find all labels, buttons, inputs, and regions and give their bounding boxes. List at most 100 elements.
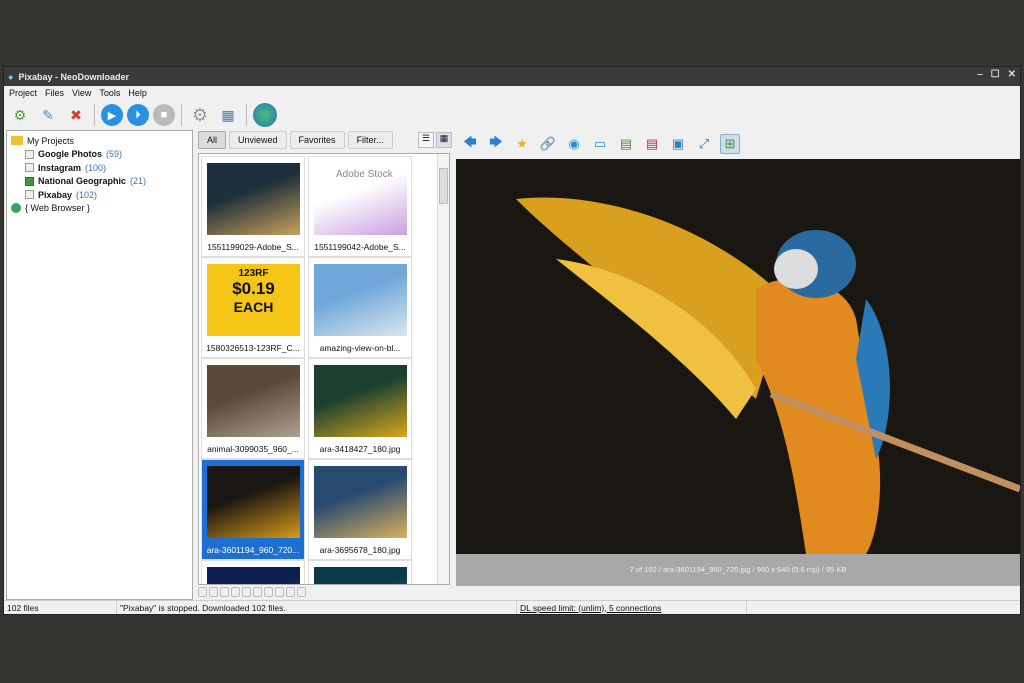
app-icon: ● [8,71,14,82]
project-tree: My Projects Google Photos (59) Instagram(… [6,130,193,600]
thumbnail-image [207,365,300,437]
tree-item-national-geographic[interactable]: National Geographic (21) [11,175,188,189]
thumbnail-item[interactable]: ara-3418427_180.jpg [308,358,412,459]
start-button[interactable]: ▶ [101,104,123,126]
tab-unviewed[interactable]: Unviewed [229,131,287,149]
edit-project-button[interactable]: ✎ [36,103,60,127]
menu-help[interactable]: Help [128,88,147,98]
status-spacer [747,601,750,614]
thumbnail-item[interactable]: ara-3601194_960_720... [201,459,305,560]
tree-item-web-browser[interactable]: { Web Browser } [11,202,188,216]
thumbnail-caption: ara-3695678_180.jpg [319,545,401,555]
favorite-star-icon[interactable]: ★ [512,134,532,154]
thumbnail-caption: 1551199042-Adobe_S... [314,242,406,252]
page-button[interactable] [209,587,218,597]
vertical-scrollbar[interactable] [437,154,449,584]
thumbnail-grid: 1551199029-Adobe_S... Adobe Stock 15511990… [198,153,450,585]
pager [198,587,306,597]
parrot-photo [516,197,1020,554]
status-file-count: 102 files [4,601,117,614]
tab-favorites[interactable]: Favorites [289,131,345,149]
page-button[interactable] [264,587,273,597]
page-button[interactable] [220,587,229,597]
delete-image-icon[interactable]: ▤ [642,134,662,154]
checkbox-checked[interactable] [25,176,34,186]
scrollbar-thumb[interactable] [439,168,448,204]
previous-arrow-icon[interactable]: 🡄 [460,134,480,154]
resume-button[interactable]: ⏵ [127,104,149,126]
link-icon[interactable]: 🔗 [538,134,558,154]
checkbox[interactable] [25,163,34,173]
title-bar: ● Pixabay - NeoDownloader – ☐ ✕ [4,67,1020,86]
rf-price: $0.19 [232,279,275,298]
menu-project[interactable]: Project [9,88,37,98]
actual-size-icon[interactable]: ⊞ [720,134,740,154]
thumbnail-image: Adobe Stock [314,163,407,235]
status-message: "Pixabay" is stopped. Downloaded 102 fil… [117,601,517,614]
thumbnail-item[interactable]: 1551199029-Adobe_S... [201,156,305,257]
next-arrow-icon[interactable]: 🡆 [486,134,506,154]
image-info-caption: 7 of 102 / ara-3601194_960_720.jpg / 960… [456,554,1020,586]
maximize-button[interactable]: ☐ [991,69,1000,80]
tab-all[interactable]: All [198,131,227,149]
thumbnail-image [314,567,407,584]
thumbnail-caption: amazing-view-on-bl... [319,343,401,353]
rf-each: EACH [233,299,274,315]
slideshow-icon[interactable]: ▭ [590,134,610,154]
speed-limit-link[interactable]: DL speed limit: (unlim), 5 connections [517,601,747,614]
schedule-icon[interactable]: ▦ [216,103,240,127]
preview-image [456,159,1020,554]
menu-tools[interactable]: Tools [99,88,120,98]
page-button[interactable] [198,587,207,597]
set-wallpaper-icon[interactable]: ▣ [668,134,688,154]
tree-item-pixabay[interactable]: Pixabay (102) [11,188,188,202]
main-toolbar: ⚙ ✎ ✖ ▶ ⏵ ■ ⚙ ▦ [4,101,1020,129]
checkbox[interactable] [25,190,34,200]
thumbnail-caption: ara-3418427_180.jpg [319,444,401,454]
web-browser-globe-icon[interactable] [253,103,277,127]
menu-view[interactable]: View [72,88,91,98]
settings-icon[interactable]: ⚙ [188,103,212,127]
thumbnail-caption: 1580326513-123RF_C... [206,343,300,353]
thumbnail-panel: All Unviewed Favorites Filter... ☰ ▦ 155… [196,130,453,600]
close-button[interactable]: ✕ [1008,69,1016,80]
minimize-button[interactable]: – [977,69,983,80]
stock-label: Adobe Stock [336,169,393,180]
thumbnail-image [314,466,407,538]
thumbnail-image: 123RF $0.19 EACH [207,264,300,336]
thumbnail-item[interactable]: ara-3695678_180.jpg [308,459,412,560]
menu-bar: Project Files View Tools Help [4,86,1020,100]
thumbnail-item[interactable]: amazing-view-on-bl... [308,257,412,358]
checkbox[interactable] [25,149,34,159]
tree-item-instagram[interactable]: Instagram (100) [11,161,188,175]
menu-files[interactable]: Files [45,88,64,98]
separator [181,104,182,126]
folder-icon [11,136,23,146]
grid-view-button[interactable]: ▦ [436,132,452,148]
separator [246,104,247,126]
page-button[interactable] [231,587,240,597]
thumbnail-item[interactable]: Adobe Stock 1551199042-Adobe_S... [308,156,412,257]
thumbnail-item[interactable]: animal-3099035_960_... [201,358,305,459]
page-button[interactable] [297,587,306,597]
new-project-button[interactable]: ⚙ [8,103,32,127]
page-button[interactable] [242,587,251,597]
list-view-button[interactable]: ☰ [418,132,434,148]
page-button[interactable] [253,587,262,597]
stop-button[interactable]: ■ [153,104,175,126]
fit-screen-icon[interactable]: ⤢ [694,134,714,154]
page-button[interactable] [275,587,284,597]
thumbnail-item[interactable] [308,560,412,584]
window-title: Pixabay - NeoDownloader [18,71,129,82]
page-button[interactable] [286,587,295,597]
thumbnail-item[interactable] [201,560,305,584]
delete-project-button[interactable]: ✖ [64,103,88,127]
thumbnail-image [314,365,407,437]
thumbnail-item[interactable]: 123RF $0.19 EACH 1580326513-123RF_C... [201,257,305,358]
share-icon[interactable]: ◉ [564,134,584,154]
tab-filter[interactable]: Filter... [347,131,393,149]
tree-root[interactable]: My Projects [11,134,188,148]
open-image-icon[interactable]: ▤ [616,134,636,154]
tree-item-google-photos[interactable]: Google Photos (59) [11,148,188,162]
image-viewer: 🡄 🡆 ★ 🔗 ◉ ▭ ▤ ▤ ▣ ⤢ ⊞ 7 of 102 / ara-360… [456,130,1020,600]
